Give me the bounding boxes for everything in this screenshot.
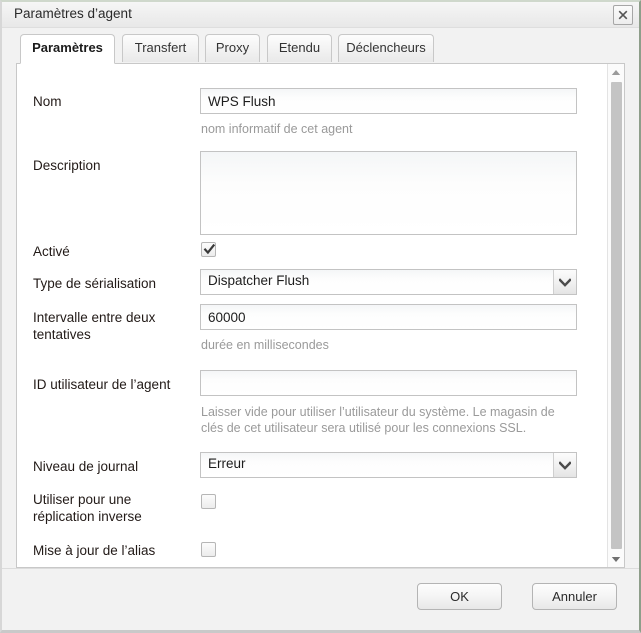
serialization-type-label: Type de sérialisation [33,276,157,291]
tab-declencheurs[interactable]: Déclencheurs [338,34,434,62]
tab-parametres[interactable]: Paramètres [20,34,115,64]
description-textarea[interactable] [200,151,577,235]
dialog-title: Paramètres d’agent [14,6,132,21]
enabled-label: Activé [33,244,70,259]
close-button[interactable] [613,5,633,25]
description-label: Description [33,158,101,173]
chevron-down-icon[interactable] [553,270,576,294]
agent-user-id-input[interactable] [200,370,577,396]
log-level-select[interactable]: Erreur [200,452,577,478]
serialization-type-select[interactable]: Dispatcher Flush [200,269,577,295]
scrollbar-thumb[interactable] [611,82,622,549]
tab-label: Etendu [278,40,321,55]
checkmark-icon [203,243,216,261]
reverse-replication-checkbox[interactable] [201,494,216,509]
enabled-checkbox[interactable] [201,242,216,257]
scroll-down-button[interactable] [608,551,624,567]
name-hint: nom informatif de cet agent [201,122,353,136]
tab-label: Transfert [134,40,187,55]
settings-panel: Nom nom informatif de cet agent Descript… [16,63,625,568]
tab-transfert[interactable]: Transfert [122,34,199,62]
name-label: Nom [33,94,62,109]
agent-settings-dialog: Paramètres d’agent Paramètres Transfert … [0,0,641,633]
vertical-scrollbar[interactable] [607,64,624,567]
log-level-value: Erreur [208,456,246,471]
tab-bar: Paramètres Transfert Proxy Etendu Déclen… [2,28,639,64]
retry-interval-label: Intervalle entre deux tentatives [33,310,156,342]
reverse-replication-label: Utiliser pour une réplication inverse [33,492,142,524]
tab-label: Proxy [215,40,250,55]
tab-proxy[interactable]: Proxy [205,34,260,62]
retry-interval-input[interactable] [200,304,577,330]
dialog-titlebar: Paramètres d’agent [2,2,639,28]
retry-interval-hint: durée en millisecondes [201,338,329,352]
alias-update-checkbox[interactable] [201,542,216,557]
alias-update-label: Mise à jour de l’alias [33,543,156,558]
dialog-footer: OK Annuler [2,568,639,630]
scroll-up-arrow-icon [611,64,621,81]
scroll-down-arrow-icon [611,550,621,567]
agent-user-id-hint: Laisser vide pour utiliser l’utilisateur… [201,405,555,435]
settings-form: Nom nom informatif de cet agent Descript… [17,64,608,567]
tab-label: Paramètres [32,40,103,55]
name-input[interactable] [200,88,577,114]
cancel-button[interactable]: Annuler [532,583,617,610]
tab-label: Déclencheurs [346,40,426,55]
ok-button[interactable]: OK [417,583,502,610]
close-icon [614,6,632,24]
log-level-label: Niveau de journal [33,459,139,474]
agent-user-id-label: ID utilisateur de l’agent [33,377,171,392]
scroll-up-button[interactable] [608,64,624,80]
chevron-down-icon[interactable] [553,453,576,477]
tab-etendu[interactable]: Etendu [267,34,332,62]
serialization-type-value: Dispatcher Flush [208,273,310,288]
